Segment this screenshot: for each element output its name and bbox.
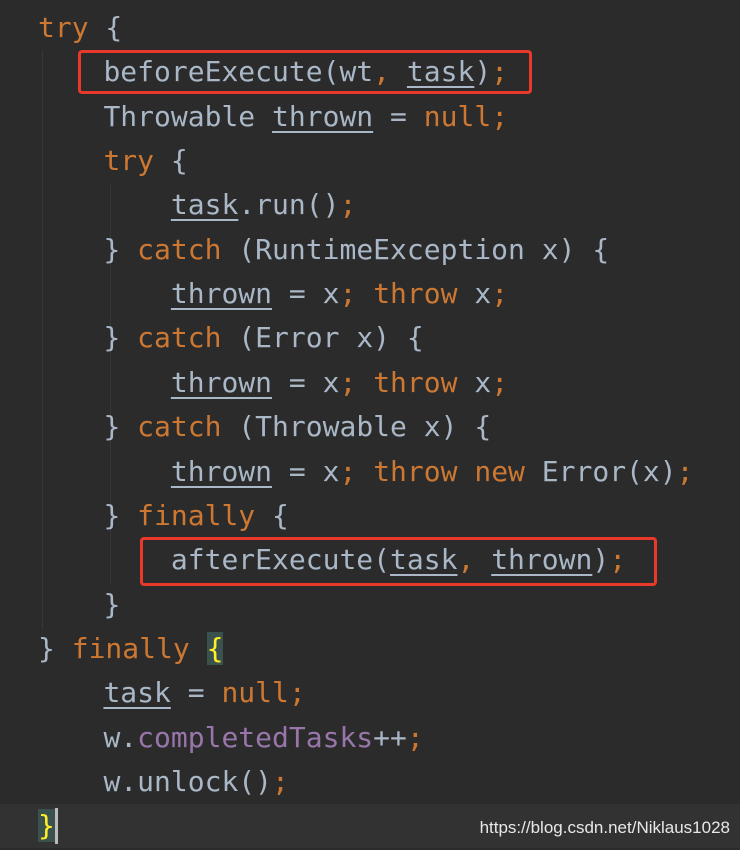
code-token: } [38, 631, 72, 665]
code-line[interactable]: w.unlock(); [0, 760, 740, 804]
code-token: null [423, 99, 492, 133]
code-token: { [154, 144, 188, 178]
code-token: thrown [272, 99, 374, 133]
code-token: thrown [170, 277, 273, 311]
code-token: ; [288, 676, 306, 710]
code-token: catch [137, 410, 222, 444]
code-token: = x [272, 277, 340, 311]
code-token: ; [491, 99, 509, 133]
code-token: throw [373, 365, 458, 399]
code-token: task [103, 676, 171, 710]
code-token: thrown [170, 365, 273, 399]
code-token: = x [272, 454, 340, 488]
code-token: catch [137, 232, 222, 266]
code-line[interactable]: task = null; [0, 671, 740, 715]
code-token: = [170, 676, 222, 710]
code-token: ; [339, 365, 374, 399]
code-token: ; [339, 277, 374, 311]
code-line[interactable]: } finally { [0, 627, 740, 671]
code-token: { [206, 631, 224, 665]
code-token: = [373, 99, 424, 133]
code-token: } [103, 587, 121, 621]
code-token: (Error x) { [221, 321, 424, 355]
code-token: finally [71, 631, 190, 665]
code-token: ++ [373, 720, 407, 754]
code-token: Throwable [103, 99, 273, 133]
code-token: throw [373, 277, 458, 311]
code-line[interactable]: thrown = x; throw x; [0, 361, 740, 405]
code-token: ; [272, 764, 289, 798]
code-token: = x [272, 365, 340, 399]
code-line[interactable]: } [0, 583, 740, 627]
code-token: Error(x) [524, 454, 677, 488]
code-token: } [103, 498, 138, 532]
code-line[interactable]: thrown = x; throw x; [0, 272, 740, 316]
code-token: ; [406, 720, 424, 754]
code-token: } [103, 321, 138, 355]
code-token: ; [676, 454, 694, 488]
code-token: throw new [373, 454, 525, 488]
code-line[interactable]: } catch (Error x) { [0, 316, 740, 360]
code-line[interactable]: w.completedTasks++; [0, 716, 740, 760]
code-token: null [221, 676, 289, 710]
code-token: ; [339, 454, 374, 488]
code-line[interactable]: } finally { [0, 494, 740, 538]
highlight-box-before-execute [78, 50, 532, 94]
code-token: .run() [238, 188, 340, 222]
code-token: w. [103, 720, 138, 754]
code-token: completedTasks [137, 720, 374, 754]
watermark: https://blog.csdn.net/Niklaus1028 [479, 818, 730, 837]
code-token: x [457, 277, 492, 311]
code-line[interactable]: task.run(); [0, 183, 740, 227]
code-token: ; [339, 188, 357, 222]
code-token: task [170, 188, 239, 222]
highlight-box-after-execute [140, 537, 657, 586]
code-line[interactable]: } catch (RuntimeException x) { [0, 228, 740, 272]
code-token: { [88, 11, 123, 44]
code-token: } [103, 232, 138, 266]
code-line[interactable]: } catch (Throwable x) { [0, 405, 740, 449]
code-line[interactable]: try { [0, 6, 740, 50]
code-line[interactable]: Throwable thrown = null; [0, 95, 740, 139]
code-line[interactable]: thrown = x; throw new Error(x); [0, 450, 740, 494]
text-cursor [55, 808, 58, 844]
code-token: } [103, 410, 138, 444]
code-token: (Throwable x) { [221, 410, 492, 444]
code-line[interactable]: try { [0, 139, 740, 183]
code-token: catch [137, 321, 222, 355]
code-token: x [457, 365, 492, 399]
code-token: { [255, 498, 289, 532]
code-token: (RuntimeException x) { [221, 232, 610, 266]
code-token: try [38, 11, 89, 44]
code-token: w.unlock() [103, 764, 273, 798]
code-token: finally [137, 498, 256, 532]
code-token: } [38, 809, 55, 843]
code-token: thrown [170, 454, 273, 488]
code-token: ; [491, 365, 509, 399]
code-token: ; [491, 277, 509, 311]
code-token: try [103, 144, 155, 178]
